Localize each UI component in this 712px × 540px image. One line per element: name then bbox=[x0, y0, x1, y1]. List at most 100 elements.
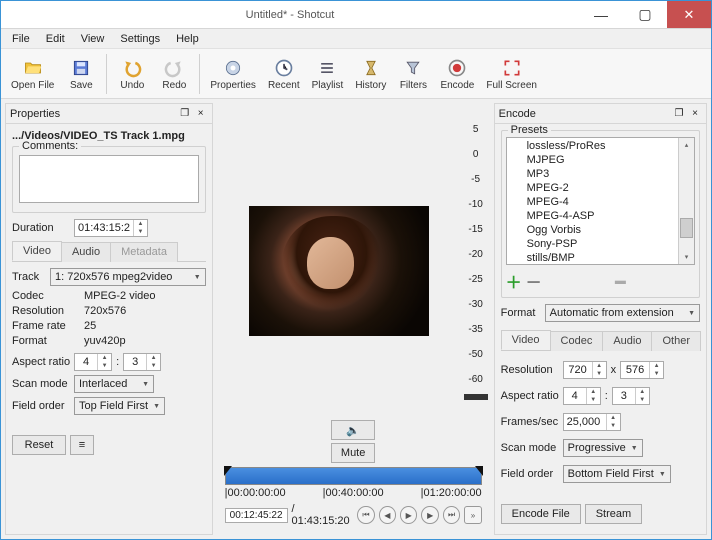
save-icon bbox=[70, 57, 92, 79]
presets-label: Presets bbox=[508, 124, 551, 136]
menu-button[interactable]: ≡ bbox=[70, 435, 94, 455]
duration-label: Duration bbox=[12, 222, 70, 234]
close-panel-icon[interactable]: × bbox=[194, 107, 208, 121]
properties-title: Properties bbox=[10, 108, 176, 120]
preset-item[interactable]: Sony-PSP bbox=[507, 237, 678, 251]
folder-open-icon bbox=[22, 57, 44, 79]
fullscreen-button[interactable]: Full Screen bbox=[482, 55, 541, 93]
undock-icon[interactable]: ❐ bbox=[178, 107, 192, 121]
volume-slider[interactable]: 5 0 -5 -10 -15 -20 -25 -30 -35 -50 -60 bbox=[462, 107, 490, 418]
preset-item[interactable]: MJPEG bbox=[507, 153, 678, 167]
preset-item[interactable]: MP3 bbox=[507, 167, 678, 181]
fullscreen-icon bbox=[501, 57, 523, 79]
redo-button[interactable]: Redo bbox=[155, 55, 193, 93]
timeline[interactable] bbox=[225, 467, 482, 485]
next-frame-button[interactable]: ▶ bbox=[421, 506, 438, 524]
speaker-button[interactable]: 🔈 bbox=[331, 420, 375, 440]
save-button[interactable]: Save bbox=[62, 55, 100, 93]
add-preset-button[interactable]: ＋ bbox=[506, 269, 522, 293]
more-button[interactable]: » bbox=[464, 506, 481, 524]
preset-item[interactable]: MPEG-2 bbox=[507, 181, 678, 195]
undo-icon bbox=[121, 57, 143, 79]
clock-icon bbox=[273, 57, 295, 79]
recent-button[interactable]: Recent bbox=[264, 55, 304, 93]
menubar: File Edit View Settings Help bbox=[1, 29, 711, 49]
encode-panel: Encode ❐ × Presets lossless/ProRes MJPEG… bbox=[494, 103, 707, 535]
encode-title: Encode bbox=[499, 108, 670, 120]
res-w-spinner[interactable]: ▲▼ bbox=[563, 361, 607, 379]
history-button[interactable]: History bbox=[351, 55, 390, 93]
open-file-button[interactable]: Open File bbox=[7, 55, 58, 93]
menu-edit[interactable]: Edit bbox=[39, 31, 72, 47]
close-encode-icon[interactable]: × bbox=[688, 107, 702, 121]
menu-file[interactable]: File bbox=[5, 31, 37, 47]
timecode-input[interactable]: 00:12:45:22 bbox=[225, 508, 288, 523]
presets-list[interactable]: lossless/ProRes MJPEG MP3 MPEG-2 MPEG-4 … bbox=[506, 137, 695, 265]
properties-panel: Properties ❐ × .../Videos/VIDEO_TS Track… bbox=[5, 103, 213, 535]
res-h-spinner[interactable]: ▲▼ bbox=[620, 361, 664, 379]
fps-spinner[interactable]: ▲▼ bbox=[563, 413, 621, 431]
play-button[interactable]: ▶ bbox=[400, 506, 417, 524]
encode-button[interactable]: Encode bbox=[436, 55, 478, 93]
comments-input[interactable] bbox=[19, 155, 199, 203]
remove-preset-button[interactable]: － bbox=[526, 269, 542, 293]
scan-mode-select[interactable]: Interlaced bbox=[74, 375, 154, 393]
enc-tab-other[interactable]: Other bbox=[651, 331, 701, 351]
stream-button[interactable]: Stream bbox=[585, 504, 642, 524]
speaker-icon: 🔈 bbox=[346, 424, 360, 437]
enc-tab-codec[interactable]: Codec bbox=[550, 331, 604, 351]
track-label: Track bbox=[12, 271, 46, 283]
enc-aspect-a[interactable]: ▲▼ bbox=[563, 387, 601, 405]
skip-end-button[interactable]: ⏭ bbox=[443, 506, 460, 524]
undock-encode-icon[interactable]: ❐ bbox=[672, 107, 686, 121]
list-icon bbox=[316, 57, 338, 79]
encode-file-button[interactable]: Encode File bbox=[501, 504, 581, 524]
maximize-button[interactable]: ▢ bbox=[623, 1, 667, 28]
aspect-b-spinner[interactable]: ▲▼ bbox=[123, 353, 161, 371]
aspect-a-spinner[interactable]: ▲▼ bbox=[74, 353, 112, 371]
window-title: Untitled* - Shotcut bbox=[1, 9, 579, 21]
prev-frame-button[interactable]: ◀ bbox=[379, 506, 396, 524]
mute-button[interactable]: Mute bbox=[331, 443, 375, 463]
menu-view[interactable]: View bbox=[74, 31, 112, 47]
format-value: yuv420p bbox=[84, 335, 126, 347]
video-preview[interactable] bbox=[249, 206, 429, 336]
filters-button[interactable]: Filters bbox=[394, 55, 432, 93]
enc-scan-select[interactable]: Progressive bbox=[563, 439, 643, 457]
comments-label: Comments: bbox=[19, 140, 81, 152]
record-icon bbox=[446, 57, 468, 79]
enc-field-select: Bottom Field First bbox=[563, 465, 671, 483]
properties-button[interactable]: Properties bbox=[206, 55, 260, 93]
playlist-button[interactable]: Playlist bbox=[308, 55, 348, 93]
tab-video[interactable]: Video bbox=[12, 241, 62, 261]
menu-settings[interactable]: Settings bbox=[113, 31, 167, 47]
tab-metadata[interactable]: Metadata bbox=[110, 242, 178, 262]
preset-item[interactable]: stills/BMP bbox=[507, 251, 678, 265]
preset-item[interactable]: Ogg Vorbis bbox=[507, 223, 678, 237]
total-duration: / 01:43:15:20 bbox=[292, 503, 354, 527]
preset-item[interactable]: lossless/ProRes bbox=[507, 139, 678, 153]
scrollbar[interactable]: ▴▾ bbox=[678, 138, 694, 264]
field-order-select[interactable]: Top Field First bbox=[74, 397, 165, 415]
preset-item[interactable]: MPEG-4 bbox=[507, 195, 678, 209]
framerate-value: 25 bbox=[84, 320, 96, 332]
meter-icon bbox=[464, 394, 488, 400]
close-button[interactable]: ✕ bbox=[667, 1, 711, 28]
minimize-button[interactable]: — bbox=[579, 1, 623, 28]
enc-tab-audio[interactable]: Audio bbox=[602, 331, 652, 351]
track-select[interactable]: 1: 720x576 mpeg2video bbox=[50, 268, 206, 286]
enc-tab-video[interactable]: Video bbox=[501, 330, 551, 350]
preview-area: 5 0 -5 -10 -15 -20 -25 -30 -35 -50 -60 🔈… bbox=[215, 103, 492, 535]
format-select[interactable]: Automatic from extension bbox=[545, 304, 700, 322]
preset-item[interactable]: MPEG-4-ASP bbox=[507, 209, 678, 223]
codec-value: MPEG-2 video bbox=[84, 290, 156, 302]
redo-icon bbox=[163, 57, 185, 79]
menu-help[interactable]: Help bbox=[169, 31, 206, 47]
funnel-icon bbox=[402, 57, 424, 79]
tab-audio[interactable]: Audio bbox=[61, 242, 111, 262]
enc-aspect-b[interactable]: ▲▼ bbox=[612, 387, 650, 405]
skip-start-button[interactable]: ⏮ bbox=[357, 506, 374, 524]
reset-button[interactable]: Reset bbox=[12, 435, 66, 455]
duration-spinner[interactable]: ▲▼ bbox=[74, 219, 148, 237]
undo-button[interactable]: Undo bbox=[113, 55, 151, 93]
